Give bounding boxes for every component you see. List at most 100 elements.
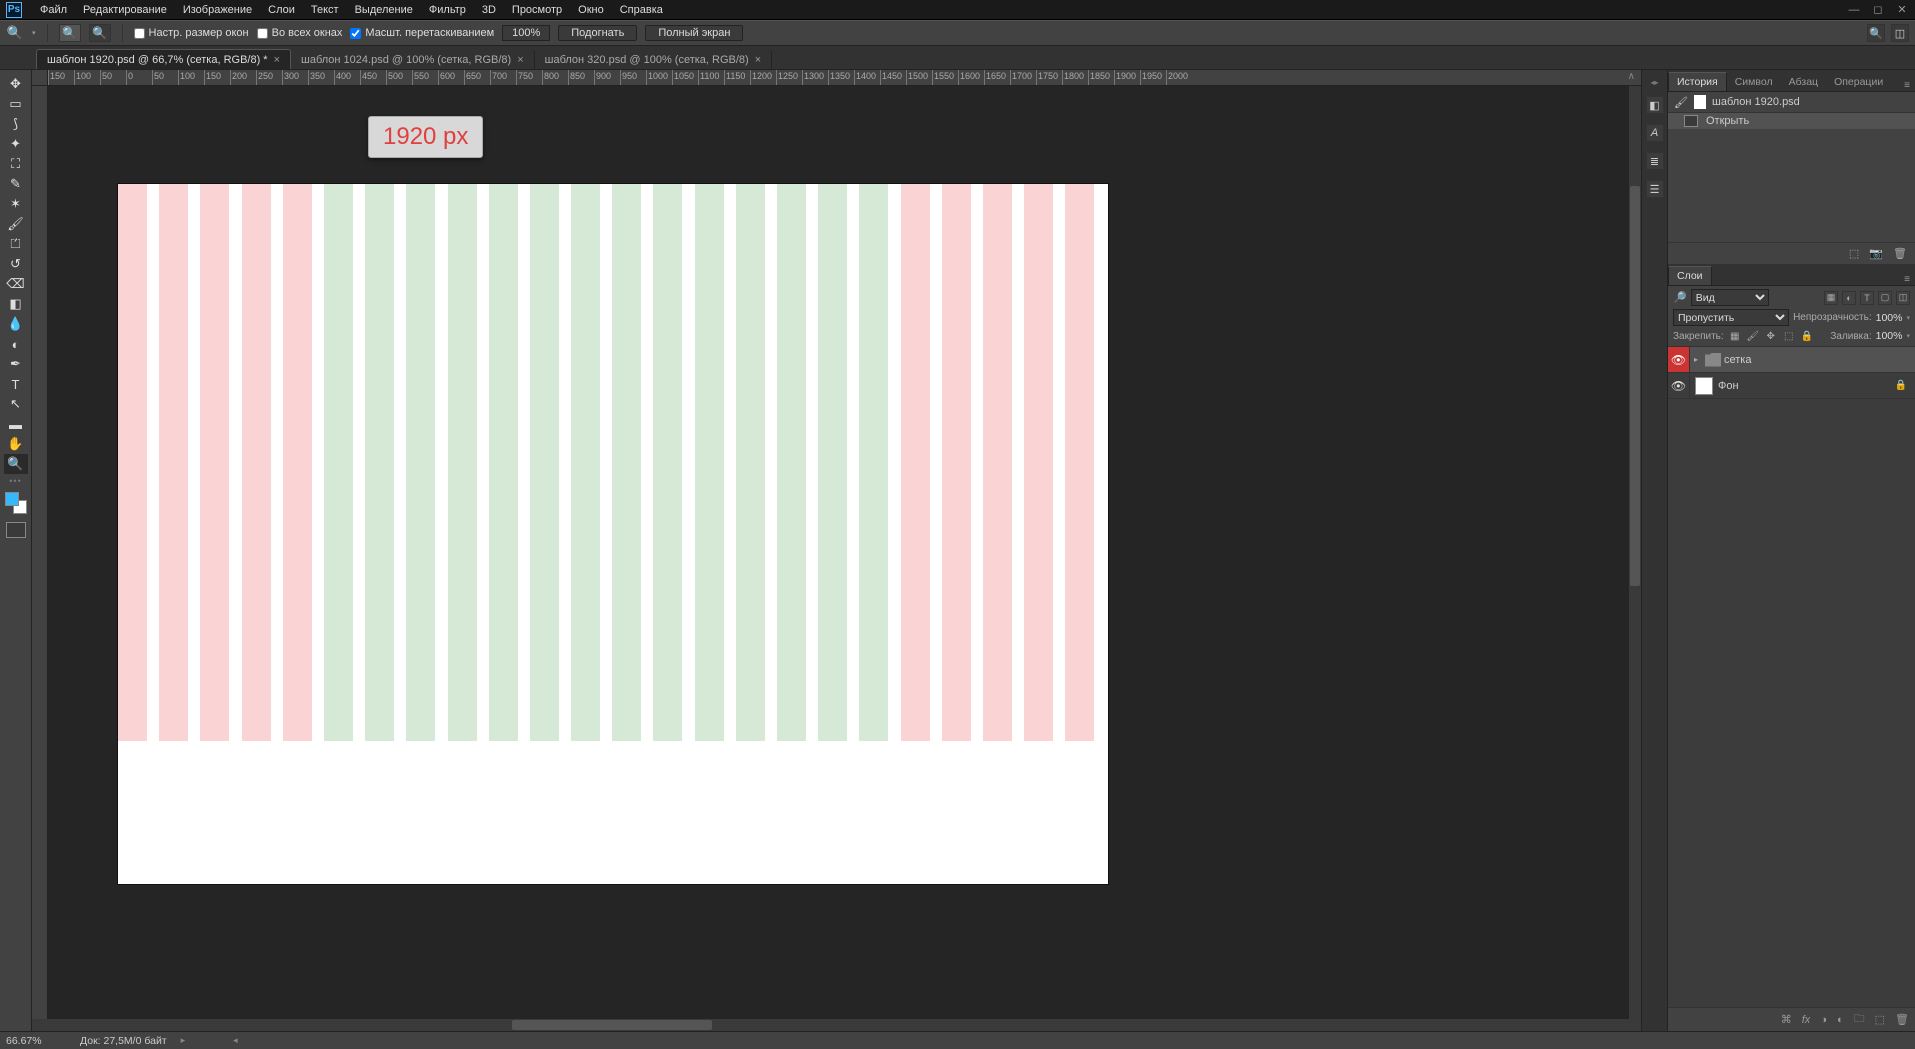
doc-info[interactable]: Док: 27,5M/0 байт xyxy=(80,1035,167,1047)
hand-tool[interactable]: ✋ xyxy=(4,434,28,454)
canvas-vertical-scrollbar[interactable] xyxy=(1629,86,1641,1031)
horizontal-ruler[interactable]: 1501005005010015020025030035040045050055… xyxy=(48,70,1641,86)
zoom-tool[interactable]: 🔍 xyxy=(4,454,28,474)
ruler-scroll-icon[interactable]: ∧ xyxy=(1628,71,1635,82)
fit-screen-button[interactable]: Подогнать xyxy=(558,25,637,41)
menu-view[interactable]: Просмотр xyxy=(504,4,570,16)
fill-screen-button[interactable]: Полный экран xyxy=(645,25,743,41)
shape-tool[interactable]: ▬ xyxy=(4,414,28,434)
filter-type-icon[interactable]: T xyxy=(1860,291,1874,305)
filter-shape-icon[interactable]: ▢ xyxy=(1878,291,1892,305)
lasso-tool[interactable]: ⟆ xyxy=(4,114,28,134)
ruler-origin[interactable] xyxy=(32,70,48,86)
layer-group-setka[interactable]: 👁 ▸ сетка xyxy=(1668,347,1915,373)
window-minimize-icon[interactable]: — xyxy=(1847,3,1861,17)
adjustment-layer-icon[interactable]: ◐ xyxy=(1837,1014,1844,1026)
close-icon[interactable]: × xyxy=(274,54,280,66)
all-windows-checkbox[interactable]: Во всех окнах xyxy=(257,27,343,39)
status-scroll-left-icon[interactable]: ◂ xyxy=(233,1035,238,1046)
zoom-in-button[interactable]: 🔍 xyxy=(59,24,81,42)
quickmask-toggle[interactable] xyxy=(6,522,26,538)
blur-tool[interactable]: 💧 xyxy=(4,314,28,334)
document-canvas[interactable] xyxy=(118,184,1108,884)
search-icon[interactable]: 🔍 xyxy=(1867,24,1885,42)
menu-file[interactable]: Файл xyxy=(32,4,75,16)
resize-windows-checkbox[interactable]: Настр. размер окон xyxy=(134,27,249,39)
doc-tab-1024[interactable]: шаблон 1024.psd @ 100% (сетка, RGB/8) × xyxy=(291,50,535,69)
eraser-tool[interactable]: ⌫ xyxy=(4,274,28,294)
menu-window[interactable]: Окно xyxy=(570,4,612,16)
new-group-icon[interactable]: 🗀 xyxy=(1854,1010,1865,1029)
menu-select[interactable]: Выделение xyxy=(347,4,421,16)
layer-background[interactable]: 👁 Фон 🔒 xyxy=(1668,373,1915,399)
tab-layers[interactable]: Слои xyxy=(1668,266,1712,285)
panel-menu-icon[interactable]: ≡ xyxy=(1899,274,1915,285)
doc-tab-320[interactable]: шаблон 320.psd @ 100% (сетка, RGB/8) × xyxy=(535,50,773,69)
filter-pixel-icon[interactable]: ▦ xyxy=(1824,291,1838,305)
marquee-tool[interactable]: ▭ xyxy=(4,94,28,114)
canvas[interactable]: 1920 px xyxy=(48,86,1641,1031)
lock-artboard-icon[interactable]: ⬚ xyxy=(1782,329,1796,343)
clone-stamp-tool[interactable]: ⏍ xyxy=(4,234,28,254)
type-tool[interactable]: T xyxy=(4,374,28,394)
lock-icon[interactable]: 🔒 xyxy=(1887,380,1915,391)
delete-icon[interactable]: 🗑 xyxy=(1893,247,1907,260)
zoom-readout[interactable]: 66.67% xyxy=(6,1035,66,1047)
character-panel-icon[interactable]: A xyxy=(1646,124,1664,142)
doc-tab-1920[interactable]: шаблон 1920.psd @ 66,7% (сетка, RGB/8) *… xyxy=(36,49,291,69)
docinfo-menu-icon[interactable]: ▸ xyxy=(181,1035,186,1046)
workspace-switcher-icon[interactable]: ◫ xyxy=(1891,24,1909,42)
menu-edit[interactable]: Редактирование xyxy=(75,4,175,16)
properties-panel-icon[interactable]: ☰ xyxy=(1646,180,1664,198)
history-document-row[interactable]: 🖌 шаблон 1920.psd xyxy=(1668,92,1915,113)
foreground-color[interactable] xyxy=(5,492,19,506)
menu-help[interactable]: Справка xyxy=(612,4,671,16)
history-brush-tool[interactable]: ↺ xyxy=(4,254,28,274)
tab-paragraph[interactable]: Абзац xyxy=(1781,73,1826,91)
close-icon[interactable]: × xyxy=(755,54,761,66)
scrubby-zoom-checkbox[interactable]: Масшт. перетаскиванием xyxy=(350,27,494,39)
new-snapshot-icon[interactable]: 📷 xyxy=(1869,247,1883,260)
color-swatches[interactable] xyxy=(5,492,27,514)
close-icon[interactable]: × xyxy=(517,54,523,66)
create-document-icon[interactable]: ⬚ xyxy=(1849,247,1859,260)
tab-symbol[interactable]: Символ xyxy=(1727,73,1781,91)
color-panel-icon[interactable]: ◧ xyxy=(1646,96,1664,114)
visibility-toggle-icon[interactable]: 👁 xyxy=(1668,347,1690,372)
brush-tool[interactable]: 🖌 xyxy=(4,214,28,234)
opacity-value[interactable]: 100% xyxy=(1876,312,1903,324)
zoom-out-button[interactable]: 🔍 xyxy=(89,24,111,42)
history-step[interactable]: Открыть xyxy=(1668,113,1915,129)
lock-pixels-icon[interactable]: 🖌 xyxy=(1746,329,1760,343)
layer-name[interactable]: Фон xyxy=(1718,380,1739,392)
eyedropper-tool[interactable]: ✎ xyxy=(4,174,28,194)
window-maximize-icon[interactable]: ◻ xyxy=(1871,3,1885,17)
vertical-ruler[interactable] xyxy=(32,86,48,1031)
layer-mask-icon[interactable]: ◑ xyxy=(1820,1014,1827,1026)
edit-toolbar[interactable]: ••• xyxy=(9,474,21,488)
link-layers-icon[interactable]: ⌘ xyxy=(1781,1013,1792,1026)
layer-name[interactable]: сетка xyxy=(1724,354,1751,366)
dodge-tool[interactable]: ◐ xyxy=(4,334,28,354)
zoom-100-button[interactable]: 100% xyxy=(502,25,550,41)
healing-brush-tool[interactable]: ✶ xyxy=(4,194,28,214)
menu-3d[interactable]: 3D xyxy=(474,4,504,16)
filter-smart-icon[interactable]: ◫ xyxy=(1896,291,1910,305)
fill-value[interactable]: 100% xyxy=(1876,330,1903,342)
lock-transparency-icon[interactable]: ▦ xyxy=(1728,329,1742,343)
lock-position-icon[interactable]: ✥ xyxy=(1764,329,1778,343)
menu-filter[interactable]: Фильтр xyxy=(421,4,474,16)
menu-image[interactable]: Изображение xyxy=(175,4,260,16)
delete-layer-icon[interactable]: 🗑 xyxy=(1895,1013,1909,1026)
crop-tool[interactable]: ⛶ xyxy=(4,154,28,174)
new-layer-icon[interactable]: ⬚ xyxy=(1875,1013,1885,1026)
window-close-icon[interactable]: ✕ xyxy=(1895,3,1909,17)
panel-menu-icon[interactable]: ≡ xyxy=(1899,80,1915,91)
lock-all-icon[interactable]: 🔒 xyxy=(1800,329,1814,343)
menu-layers[interactable]: Слои xyxy=(260,4,303,16)
filter-adjust-icon[interactable]: ◐ xyxy=(1842,291,1856,305)
canvas-horizontal-scrollbar[interactable] xyxy=(32,1019,1641,1031)
tab-history[interactable]: История xyxy=(1668,72,1727,91)
magic-wand-tool[interactable]: ✦ xyxy=(4,134,28,154)
path-selection-tool[interactable]: ↖ xyxy=(4,394,28,414)
